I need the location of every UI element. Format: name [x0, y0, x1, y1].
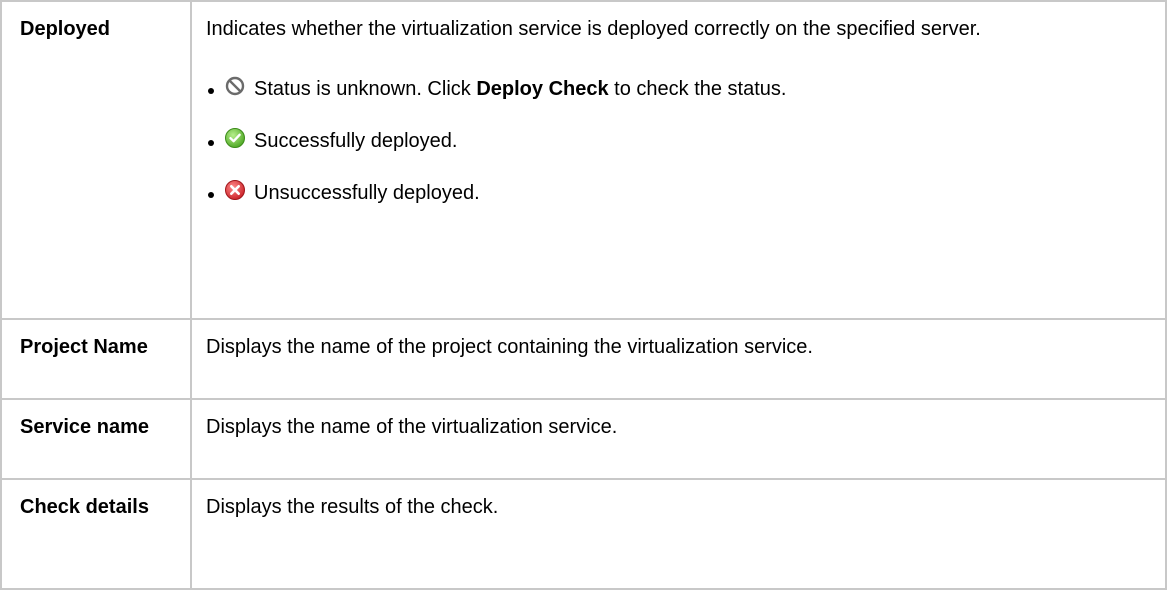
- description-text: Indicates whether the virtualization ser…: [206, 18, 981, 40]
- table-row: Deployed Indicates whether the virtualiz…: [0, 0, 1167, 320]
- description-cell: Displays the name of the project contain…: [190, 318, 1167, 400]
- field-definitions-table: Deployed Indicates whether the virtualiz…: [0, 0, 1167, 590]
- status-text: Unsuccessfully deployed.: [254, 182, 480, 204]
- description-cell: Displays the name of the virtualization …: [190, 398, 1167, 480]
- description-cell: Indicates whether the virtualization ser…: [190, 0, 1167, 320]
- list-item: Unsuccessfully deployed.: [206, 178, 1145, 208]
- term-deployed: Deployed: [0, 0, 192, 320]
- list-item: Successfully deployed.: [206, 126, 1145, 156]
- term-check-details: Check details: [0, 478, 192, 590]
- bullet-icon: [208, 192, 214, 198]
- status-list: Status is unknown. Click Deploy Check to…: [206, 74, 1145, 208]
- table-row: Check details Displays the results of th…: [0, 478, 1167, 590]
- term-service-name: Service name: [0, 398, 192, 480]
- success-check-icon: [224, 127, 246, 149]
- unknown-status-icon: [224, 75, 246, 97]
- table-row: Service name Displays the name of the vi…: [0, 398, 1167, 480]
- deploy-check-label: Deploy Check: [476, 78, 609, 100]
- bullet-icon: [208, 88, 214, 94]
- term-project-name: Project Name: [0, 318, 192, 400]
- status-text: Status is unknown. Click Deploy Check to…: [254, 78, 787, 100]
- list-item: Status is unknown. Click Deploy Check to…: [206, 74, 1145, 104]
- error-x-icon: [224, 179, 246, 201]
- status-text: Successfully deployed.: [254, 130, 458, 152]
- description-cell: Displays the results of the check.: [190, 478, 1167, 590]
- table-row: Project Name Displays the name of the pr…: [0, 318, 1167, 400]
- bullet-icon: [208, 140, 214, 146]
